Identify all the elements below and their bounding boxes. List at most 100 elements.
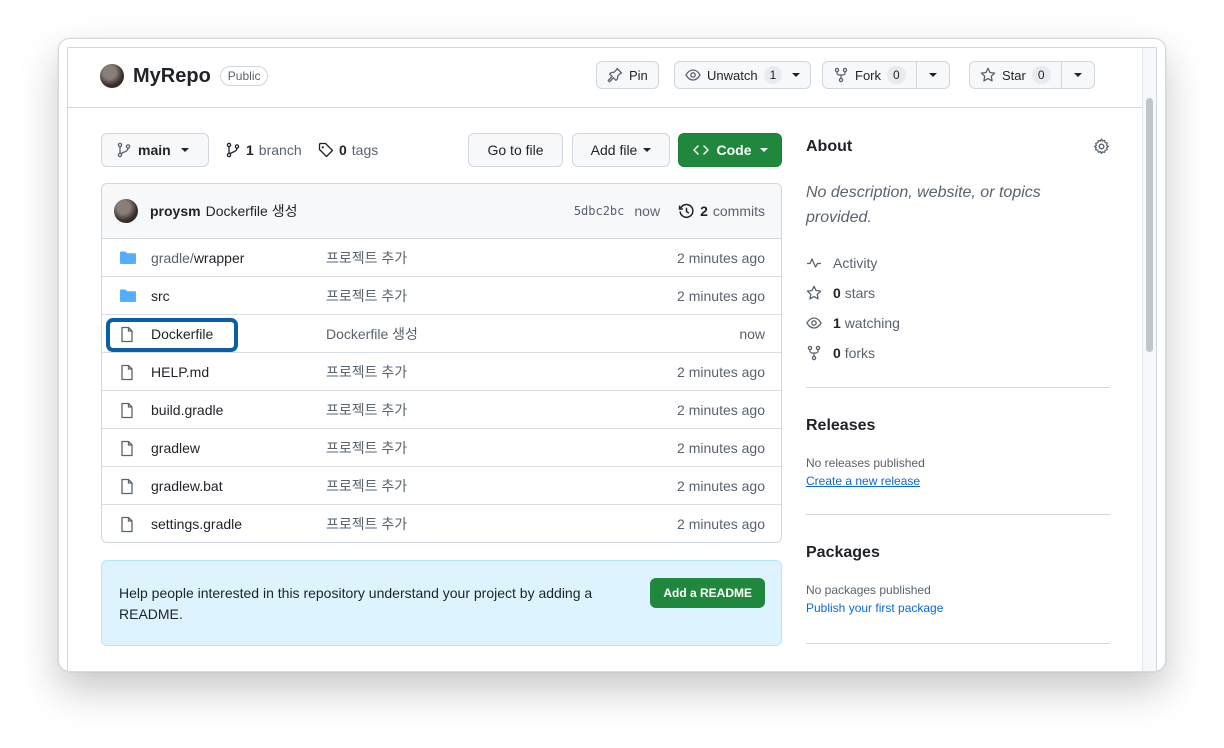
tags-count: 0	[339, 142, 347, 158]
commits-label: commits	[712, 203, 765, 219]
fork-button-group: Fork 0	[822, 61, 950, 89]
readme-prompt: Help people interested in this repositor…	[101, 560, 782, 646]
star-dropdown[interactable]	[1062, 62, 1094, 88]
fork-button[interactable]: Fork 0	[823, 62, 916, 88]
add-readme-button[interactable]: Add a README	[650, 578, 765, 608]
owner-avatar[interactable]	[100, 64, 124, 88]
tag-icon	[318, 142, 334, 158]
code-label: Code	[716, 142, 752, 158]
releases-section: Releases No releases published Create a …	[806, 388, 1110, 490]
fork-icon	[806, 345, 822, 361]
branches-link[interactable]: 1 branch	[225, 142, 302, 158]
branch-select[interactable]: main	[101, 133, 209, 167]
file-commit-message[interactable]: Dockerfile 생성	[326, 324, 418, 344]
divider	[806, 643, 1110, 644]
fork-dropdown[interactable]	[917, 62, 949, 88]
file-list: proysm Dockerfile 생성 5dbc2bc now 2 commi…	[101, 183, 782, 543]
commits-link[interactable]: 2 commits	[678, 203, 765, 220]
readme-prompt-text: Help people interested in this repositor…	[119, 585, 593, 622]
file-row[interactable]: gradlew 프로젝트 추가 2 minutes ago	[102, 429, 781, 467]
about-section: About No description, website, or topics…	[806, 138, 1110, 368]
watch-button-group: Unwatch 1	[674, 61, 812, 89]
file-row[interactable]: src 프로젝트 추가 2 minutes ago	[102, 277, 781, 315]
file-row[interactable]: build.gradle 프로젝트 추가 2 minutes ago	[102, 391, 781, 429]
stars-link[interactable]: 0 stars	[806, 278, 1110, 308]
tags-link[interactable]: 0 tags	[318, 142, 378, 158]
commit-time: now	[634, 203, 661, 219]
scrollbar[interactable]	[1142, 48, 1156, 671]
file-name[interactable]: gradle/wrapper	[151, 250, 244, 266]
add-file-button[interactable]: Add file	[572, 133, 670, 167]
star-count: 0	[1031, 66, 1051, 84]
file-commit-message[interactable]: 프로젝트 추가	[326, 248, 407, 268]
repo-title: MyRepo Public	[100, 64, 269, 88]
history-icon	[678, 203, 695, 220]
watch-count: 1	[763, 66, 783, 84]
file-commit-message[interactable]: 프로젝트 추가	[326, 438, 407, 458]
code-button[interactable]: Code	[678, 133, 782, 167]
forks-label: forks	[844, 345, 876, 361]
branch-name: main	[138, 142, 171, 158]
file-row[interactable]: settings.gradle 프로젝트 추가 2 minutes ago	[102, 505, 781, 542]
pin-button[interactable]: Pin	[596, 61, 659, 89]
file-name[interactable]: src	[151, 288, 170, 304]
stars-count: 0	[833, 285, 841, 301]
star-label: Star	[1002, 67, 1026, 83]
branches-count: 1	[246, 142, 254, 158]
chevron-down-icon	[928, 73, 937, 77]
packages-heading[interactable]: Packages	[806, 544, 1110, 562]
branch-icon	[116, 142, 132, 158]
author-avatar[interactable]	[114, 199, 138, 223]
scrollbar-thumb[interactable]	[1146, 98, 1153, 352]
file-commit-message[interactable]: 프로젝트 추가	[326, 476, 407, 496]
commit-author[interactable]: proysm	[150, 203, 201, 219]
star-button-group: Star 0	[969, 61, 1095, 89]
file-name[interactable]: gradlew.bat	[151, 478, 223, 494]
file-age: 2 minutes ago	[677, 363, 765, 380]
file-name[interactable]: build.gradle	[151, 402, 223, 418]
chevron-down-icon[interactable]	[792, 73, 801, 77]
watching-count: 1	[833, 315, 841, 331]
commit-message[interactable]: Dockerfile 생성	[206, 201, 298, 221]
file-name[interactable]: HELP.md	[151, 364, 209, 380]
file-commit-message[interactable]: 프로젝트 추가	[326, 286, 407, 306]
publish-package-link[interactable]: Publish your first package	[806, 601, 943, 615]
about-description: No description, website, or topics provi…	[806, 184, 1041, 226]
branches-label: branch	[258, 142, 302, 158]
file-row[interactable]: gradle/wrapper 프로젝트 추가 2 minutes ago	[102, 239, 781, 277]
about-heading: About	[806, 138, 853, 155]
commit-sha[interactable]: 5dbc2bc	[574, 204, 625, 218]
gear-icon[interactable]	[1093, 138, 1110, 160]
file-row[interactable]: gradlew.bat 프로젝트 추가 2 minutes ago	[102, 467, 781, 505]
pin-label: Pin	[629, 67, 648, 83]
activity-link[interactable]: Activity	[806, 248, 1110, 278]
latest-commit-bar: proysm Dockerfile 생성 5dbc2bc now 2 commi…	[102, 184, 781, 239]
branch-icon	[225, 142, 241, 158]
about-stats: Activity 0 stars 1 watching 0 forks	[806, 248, 1110, 368]
tags-label: tags	[351, 142, 379, 158]
file-commit-message[interactable]: 프로젝트 추가	[326, 400, 407, 420]
file-row[interactable]: Dockerfile Dockerfile 생성 now	[102, 315, 781, 353]
unwatch-button[interactable]: Unwatch 1	[675, 62, 810, 88]
file-commit-message[interactable]: 프로젝트 추가	[326, 514, 407, 534]
fork-count: 0	[887, 66, 906, 84]
add-file-label: Add file	[590, 142, 638, 158]
file-name[interactable]: gradlew	[151, 440, 200, 456]
activity-label: Activity	[833, 255, 878, 271]
star-button[interactable]: Star 0	[970, 62, 1061, 88]
fork-icon	[833, 67, 849, 83]
file-commit-message[interactable]: 프로젝트 추가	[326, 362, 407, 382]
file-name[interactable]: settings.gradle	[151, 516, 242, 532]
watching-link[interactable]: 1 watching	[806, 308, 1110, 338]
packages-empty-text: No packages published	[806, 583, 931, 597]
file-row[interactable]: HELP.md 프로젝트 추가 2 minutes ago	[102, 353, 781, 391]
releases-empty-text: No releases published	[806, 456, 925, 470]
releases-heading[interactable]: Releases	[806, 417, 1110, 435]
create-release-link[interactable]: Create a new release	[806, 474, 920, 488]
browser-window: MyRepo Public Pin Unwatch 1 Fork 0 Star …	[58, 38, 1166, 672]
repo-name[interactable]: MyRepo	[133, 65, 211, 88]
forks-link[interactable]: 0 forks	[806, 338, 1110, 368]
pin-icon	[607, 67, 623, 83]
fork-label: Fork	[855, 67, 881, 83]
go-to-file-button[interactable]: Go to file	[468, 133, 563, 167]
